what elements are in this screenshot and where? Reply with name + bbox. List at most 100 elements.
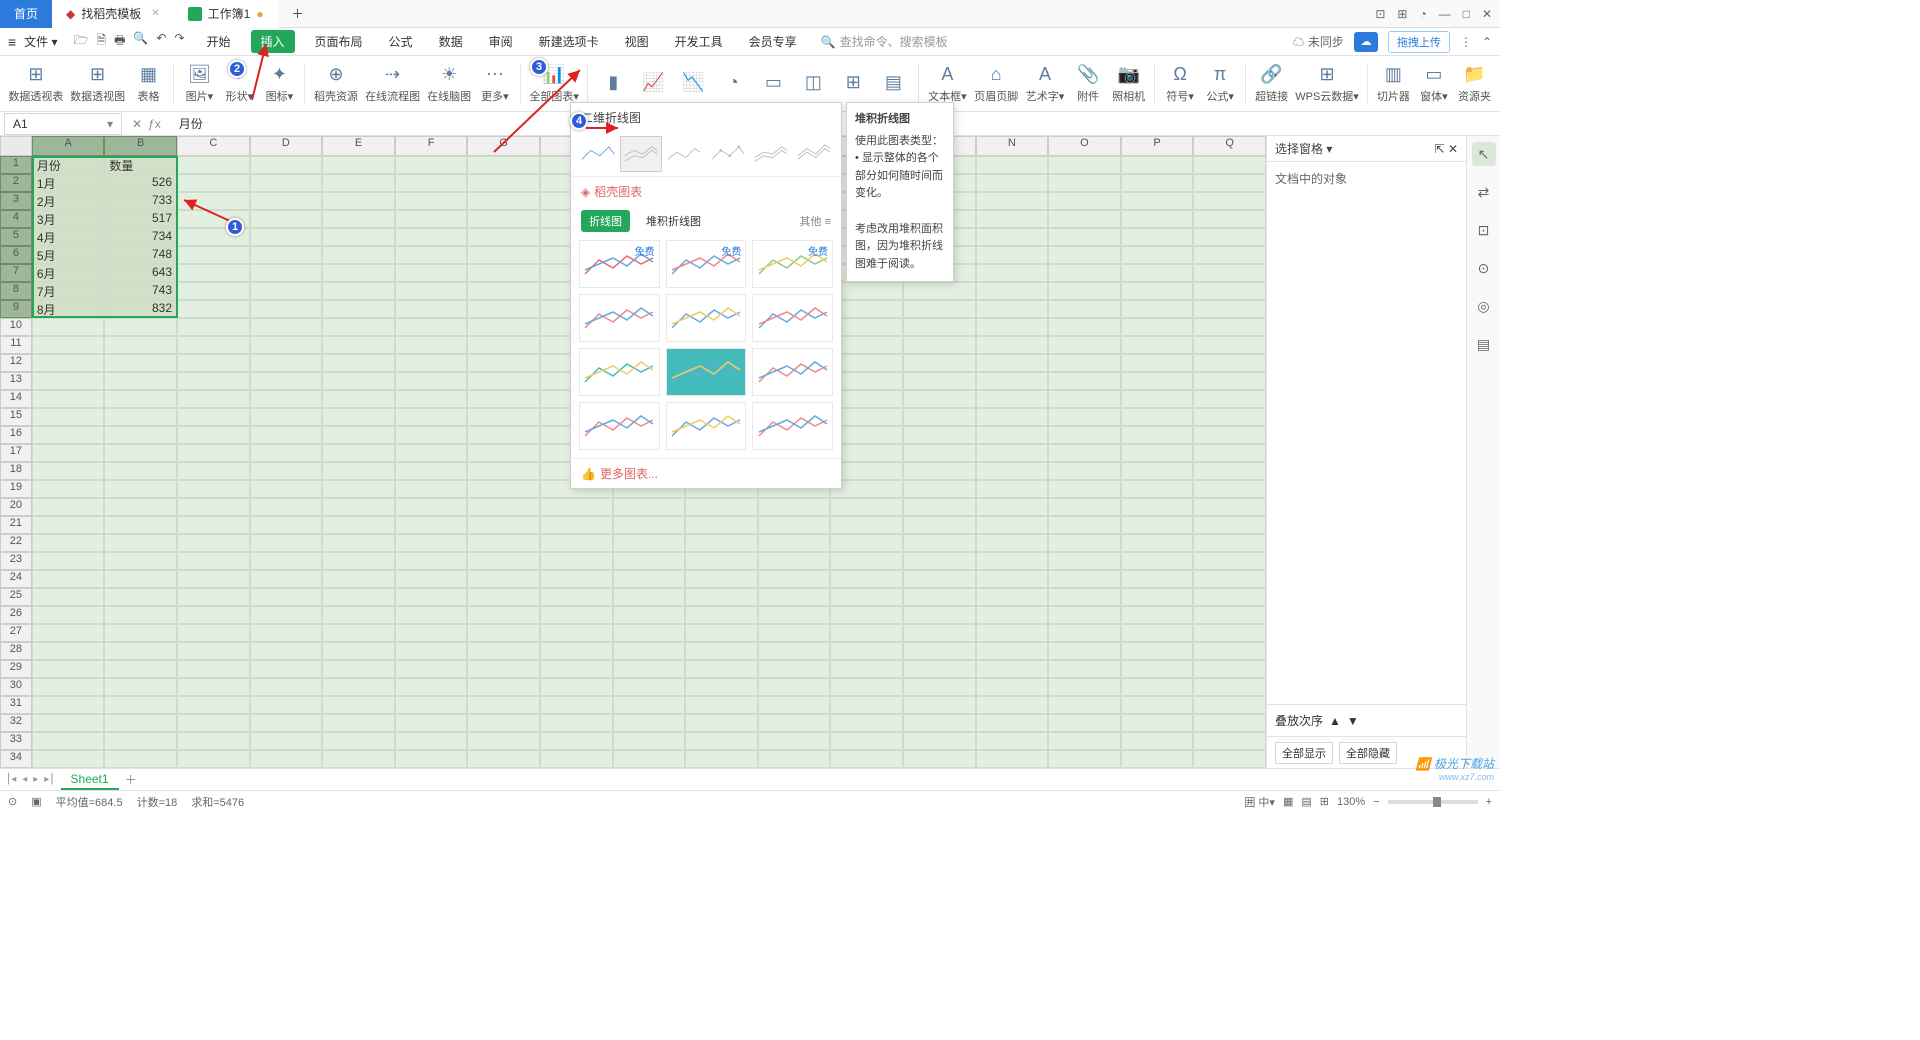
cell-F13[interactable] [395,372,468,390]
qat-open-icon[interactable]: 🗁 [74,31,89,52]
cell-O24[interactable] [1048,570,1121,588]
row-header-11[interactable]: 11 [0,336,32,354]
cell-I27[interactable] [613,624,686,642]
chart-thumb-1[interactable]: 免费 [666,240,747,288]
cell-A32[interactable] [32,714,105,732]
cell-N15[interactable] [976,408,1049,426]
cell-A21[interactable] [32,516,105,534]
cell-O23[interactable] [1048,552,1121,570]
cell-I33[interactable] [613,732,686,750]
cell-K34[interactable] [758,750,831,768]
row-header-8[interactable]: 8 [0,282,32,300]
cell-B7[interactable]: 643 [104,264,177,282]
cell-Q17[interactable] [1193,444,1266,462]
cell-H31[interactable] [540,696,613,714]
close-pane-icon[interactable]: ✕ [1448,142,1458,156]
cell-D32[interactable] [250,714,323,732]
cell-N3[interactable] [976,192,1049,210]
cell-C28[interactable] [177,642,250,660]
cell-C6[interactable] [177,246,250,264]
chart-thumb-11[interactable] [752,402,833,450]
line-chart-type-5[interactable] [750,136,791,172]
cell-N22[interactable] [976,534,1049,552]
apps-icon[interactable]: ⊞ [1397,7,1407,21]
cursor-icon[interactable]: ↖ [1472,142,1496,166]
cell-B11[interactable] [104,336,177,354]
ime-icon[interactable]: 囲 中▾ [1244,794,1275,810]
cell-L33[interactable] [830,732,903,750]
cell-F22[interactable] [395,534,468,552]
cell-O7[interactable] [1048,264,1121,282]
cell-A5[interactable]: 4月 [32,228,105,246]
cell-N10[interactable] [976,318,1049,336]
cell-F15[interactable] [395,408,468,426]
cell-E20[interactable] [322,498,395,516]
cell-C19[interactable] [177,480,250,498]
cell-P5[interactable] [1121,228,1194,246]
cell-K23[interactable] [758,552,831,570]
cell-J23[interactable] [685,552,758,570]
cell-P19[interactable] [1121,480,1194,498]
cell-C1[interactable] [177,156,250,174]
row-header-16[interactable]: 16 [0,426,32,444]
cell-H27[interactable] [540,624,613,642]
cell-O21[interactable] [1048,516,1121,534]
cell-G18[interactable] [467,462,540,480]
command-search[interactable]: 🔍 查找命令、搜索模板 [821,33,948,50]
cell-J34[interactable] [685,750,758,768]
row-header-3[interactable]: 3 [0,192,32,210]
ribbon-item-16[interactable]: ◫ [794,72,832,96]
view-page-icon[interactable]: ▤ [1301,795,1311,808]
ribbon-item-21[interactable]: A艺术字▾ [1023,64,1067,104]
cell-Q7[interactable] [1193,264,1266,282]
cell-Q26[interactable] [1193,606,1266,624]
cell-G26[interactable] [467,606,540,624]
ribbon-item-2[interactable]: ▦表格 [129,64,167,104]
row-header-27[interactable]: 27 [0,624,32,642]
cell-Q10[interactable] [1193,318,1266,336]
cell-H22[interactable] [540,534,613,552]
row-header-21[interactable]: 21 [0,516,32,534]
cell-G22[interactable] [467,534,540,552]
cell-L21[interactable] [830,516,903,534]
cell-C11[interactable] [177,336,250,354]
cell-I34[interactable] [613,750,686,768]
cell-D19[interactable] [250,480,323,498]
col-header-N[interactable]: N [976,136,1049,156]
cell-H26[interactable] [540,606,613,624]
cell-M16[interactable] [903,426,976,444]
cell-B19[interactable] [104,480,177,498]
cell-O31[interactable] [1048,696,1121,714]
cell-P23[interactable] [1121,552,1194,570]
cell-C10[interactable] [177,318,250,336]
cell-B23[interactable] [104,552,177,570]
cell-D28[interactable] [250,642,323,660]
cell-G34[interactable] [467,750,540,768]
cell-C23[interactable] [177,552,250,570]
cell-E22[interactable] [322,534,395,552]
menu-tab-1[interactable]: 插入 [251,30,295,53]
cell-N2[interactable] [976,174,1049,192]
ribbon-item-22[interactable]: 📎附件 [1069,64,1107,104]
cell-E5[interactable] [322,228,395,246]
cell-M18[interactable] [903,462,976,480]
qat-undo-icon[interactable]: ↶ [156,31,166,52]
line-chart-type-4[interactable] [707,136,748,172]
cell-H29[interactable] [540,660,613,678]
col-header-C[interactable]: C [177,136,250,156]
cell-D22[interactable] [250,534,323,552]
row-header-1[interactable]: 1 [0,156,32,174]
cell-O16[interactable] [1048,426,1121,444]
chart-thumb-0[interactable]: 免费 [579,240,660,288]
cell-J31[interactable] [685,696,758,714]
col-header-O[interactable]: O [1048,136,1121,156]
cell-Q24[interactable] [1193,570,1266,588]
cell-J22[interactable] [685,534,758,552]
cell-P6[interactable] [1121,246,1194,264]
cell-C30[interactable] [177,678,250,696]
cell-M28[interactable] [903,642,976,660]
cell-B12[interactable] [104,354,177,372]
cell-J20[interactable] [685,498,758,516]
cell-E32[interactable] [322,714,395,732]
cell-Q6[interactable] [1193,246,1266,264]
